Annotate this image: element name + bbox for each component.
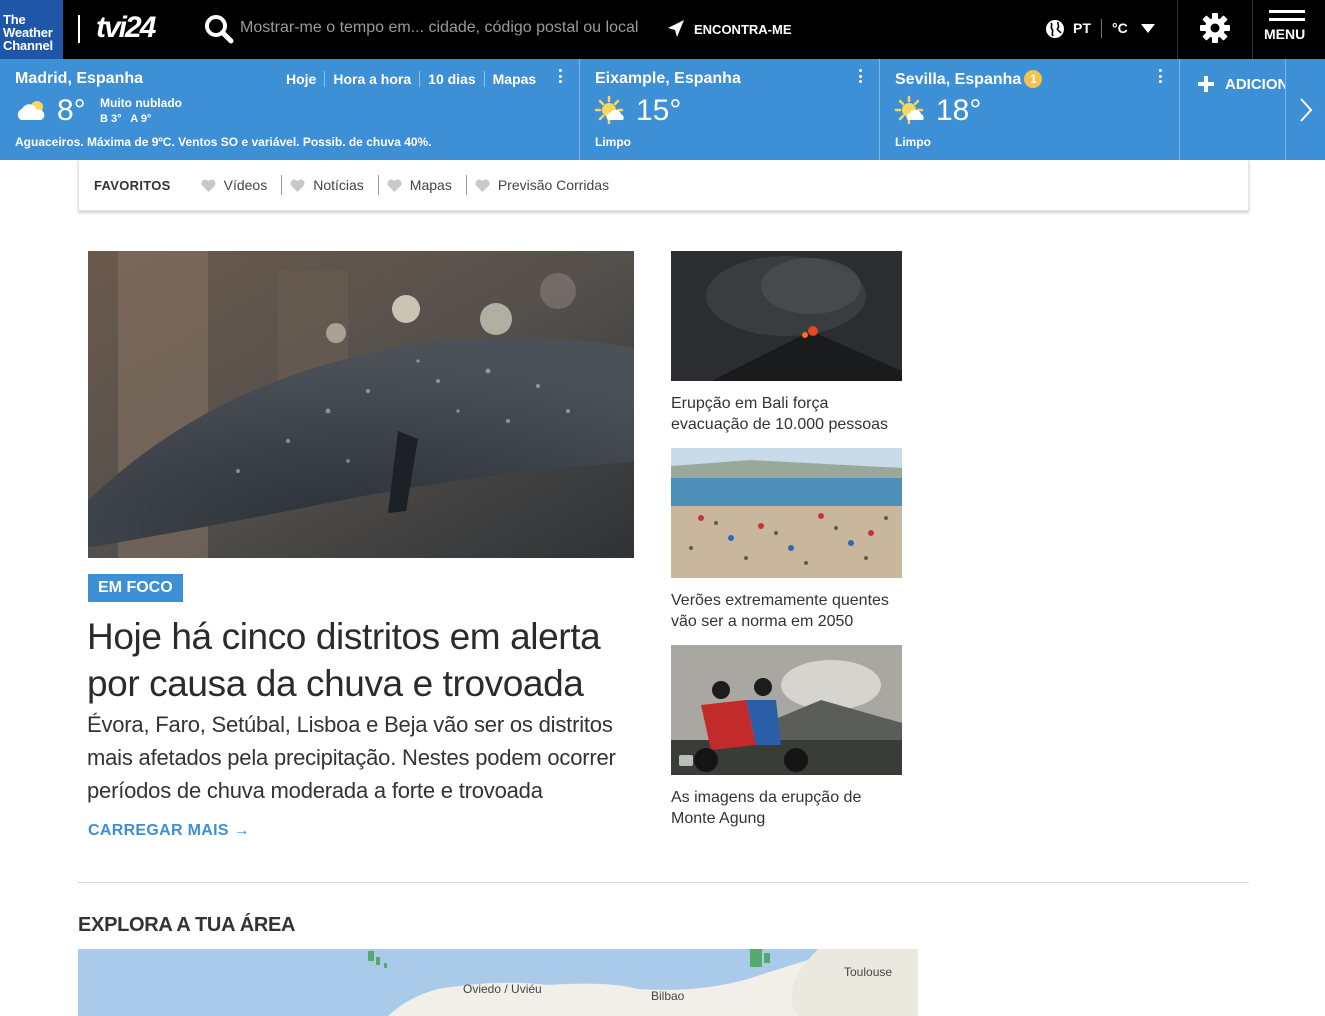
condition-label: Limpo <box>895 135 931 149</box>
logo-divider <box>78 15 80 43</box>
divider <box>1177 0 1178 59</box>
gear-icon[interactable] <box>1199 12 1231 44</box>
unit-selector[interactable]: °C <box>1112 20 1128 36</box>
globe-icon[interactable] <box>1045 19 1065 39</box>
side-story-agung[interactable]: As imagens da erupção de Monte Agung <box>671 645 902 829</box>
favorite-label: Notícias <box>313 177 364 193</box>
story-caption[interactable]: Erupção em Bali força evacuação de 10.00… <box>671 393 902 435</box>
logo-line: Channel <box>3 38 53 53</box>
favorite-previsao-corridas[interactable]: Previsão Corridas <box>467 175 623 195</box>
tab-hoje[interactable]: Hoje <box>286 71 324 87</box>
heart-icon[interactable] <box>290 179 305 192</box>
feature-lede: Évora, Faro, Setúbal, Lisboa e Beja vão … <box>87 712 616 803</box>
section-divider <box>78 882 1249 883</box>
motorbike-volcano-photo <box>671 645 902 775</box>
umbrella-photo <box>88 251 634 558</box>
area-map[interactable]: Oviedo / Uviéu Bilbao Toulouse <box>78 949 918 1016</box>
story-caption[interactable]: As imagens da erupção de Monte Agung <box>671 787 902 829</box>
divider <box>1252 0 1253 59</box>
favorites-title: FAVORITOS <box>94 177 171 193</box>
add-location-label: ADICIONAR <box>1225 75 1285 93</box>
map-label-bilbao: Bilbao <box>651 989 685 1003</box>
location-card-madrid[interactable]: Madrid, Espanha Hoje Hora a hora 10 dias… <box>0 59 579 160</box>
favorite-noticias[interactable]: Notícias <box>282 175 379 195</box>
favorite-label: Mapas <box>409 177 452 193</box>
chevron-right-icon <box>1300 98 1313 122</box>
location-card-eixample[interactable]: Eixample, Espanha 15° Limpo <box>580 59 879 160</box>
forecast-summary: Aguaceiros. Máxima de 9ºC. Ventos SO e v… <box>15 135 432 149</box>
tvi24-logo[interactable]: tvi24 <box>96 11 156 45</box>
location-name[interactable]: Sevilla, Espanha 1 <box>895 70 1043 89</box>
location-card-sevilla[interactable]: Sevilla, Espanha 1 18° Limpo <box>880 59 1179 160</box>
side-story-summers[interactable]: Verões extremamente quentes vão ser a no… <box>671 448 902 632</box>
menu-button[interactable]: MENU <box>1264 10 1316 54</box>
heart-icon[interactable] <box>201 179 216 192</box>
current-temperature: 18° <box>936 94 982 127</box>
favorites-bar: FAVORITOS Vídeos Notícias Mapas Previsão… <box>78 160 1249 211</box>
current-temperature: 15° <box>636 94 682 127</box>
em-foco-badge[interactable]: EM FOCO <box>88 574 183 602</box>
tab-hora-a-hora[interactable]: Hora a hora <box>324 71 419 87</box>
location-name[interactable]: Madrid, Espanha <box>15 70 143 88</box>
condition-label: Muito nublado <box>100 96 182 110</box>
more-options-icon[interactable] <box>559 69 565 86</box>
favorite-label: Vídeos <box>223 177 268 193</box>
feature-image-umbrella[interactable] <box>88 251 634 558</box>
locate-me-button[interactable]: ENCONTRA-ME <box>666 17 792 41</box>
volcano-eruption-photo <box>671 251 902 381</box>
story-thumbnail[interactable] <box>671 645 902 775</box>
location-arrow-icon <box>668 20 684 37</box>
hamburger-icon <box>1269 10 1305 13</box>
location-name[interactable]: Eixample, Espanha <box>595 70 741 88</box>
tab-mapas[interactable]: Mapas <box>483 71 545 87</box>
location-name-text: Sevilla, Espanha <box>895 71 1022 88</box>
more-options-icon[interactable] <box>1159 69 1165 86</box>
story-thumbnail[interactable] <box>671 448 902 578</box>
sunny-icon <box>594 95 624 125</box>
low-high-temps: B 3° A 9° <box>100 113 152 125</box>
crowded-beach-photo <box>671 448 902 578</box>
heart-icon[interactable] <box>387 179 402 192</box>
alert-badge[interactable]: 1 <box>1024 70 1043 88</box>
next-locations-button[interactable] <box>1285 59 1325 160</box>
language-selector[interactable]: PT <box>1073 20 1091 36</box>
menu-label: MENU <box>1264 26 1306 42</box>
favorite-label: Previsão Corridas <box>497 177 610 193</box>
favorite-videos[interactable]: Vídeos <box>193 175 283 195</box>
sunny-icon <box>894 95 924 125</box>
saved-locations-bar: Madrid, Espanha Hoje Hora a hora 10 dias… <box>0 59 1325 160</box>
hamburger-icon <box>1269 18 1305 21</box>
more-options-icon[interactable] <box>859 69 865 86</box>
mostly-cloudy-icon <box>17 101 45 120</box>
divider <box>1179 59 1180 160</box>
load-more-link[interactable]: CARREGAR MAIS → <box>88 822 250 840</box>
tab-10-dias[interactable]: 10 dias <box>419 71 483 87</box>
story-thumbnail[interactable] <box>671 251 902 381</box>
favorite-mapas[interactable]: Mapas <box>379 175 467 195</box>
divider <box>1101 19 1102 38</box>
plus-icon <box>1197 75 1215 93</box>
map-label-toulouse: Toulouse <box>844 965 893 979</box>
feature-headline[interactable]: Hoje há cinco distritos em alerta por ca… <box>87 613 647 707</box>
map-label-oviedo: Oviedo / Uviéu <box>463 982 542 996</box>
story-caption[interactable]: Verões extremamente quentes vão ser a no… <box>671 590 902 632</box>
explore-title: EXPLORA A TUA ÁREA <box>78 914 296 936</box>
weather-channel-logo[interactable]: The Weather Channel <box>0 0 63 59</box>
search-input[interactable] <box>240 14 650 42</box>
search-icon[interactable] <box>203 13 235 45</box>
side-story-bali[interactable]: Erupção em Bali força evacuação de 10.00… <box>671 251 902 435</box>
locate-me-label: ENCONTRA-ME <box>694 21 792 37</box>
current-temperature: 8° <box>57 94 86 127</box>
chevron-down-icon[interactable] <box>1141 24 1155 33</box>
top-header: The Weather Channel tvi24 ENCONTRA-ME PT… <box>0 0 1325 59</box>
heart-icon[interactable] <box>475 179 490 192</box>
location-tabs: Hoje Hora a hora 10 dias Mapas <box>286 71 544 87</box>
add-location-button[interactable]: ADICIONAR <box>1197 75 1285 93</box>
condition-label: Limpo <box>595 135 631 149</box>
